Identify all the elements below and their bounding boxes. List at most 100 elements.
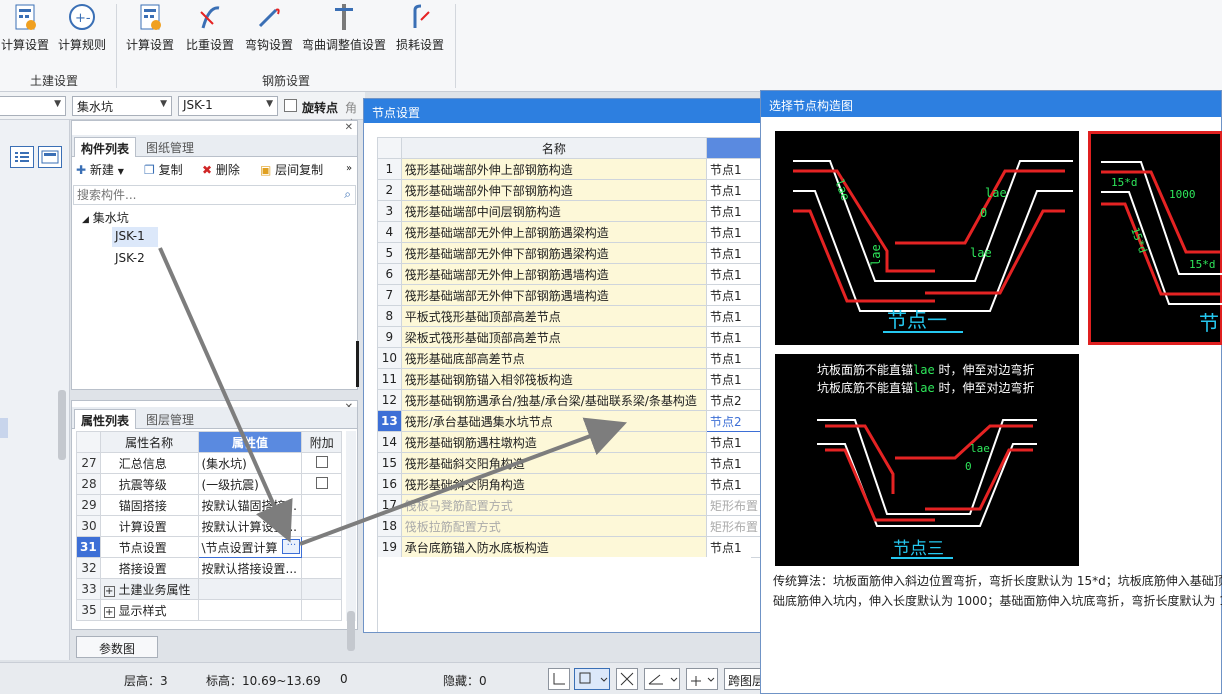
table-row[interactable]: 30 计算设置 按默认计算设置... xyxy=(76,515,342,537)
table-row[interactable]: 6 筏形基础端部无外伸上部钢筋遇墙构造 节点1 xyxy=(377,263,763,285)
ellipsis-button[interactable]: ··· xyxy=(282,539,301,554)
node-value[interactable]: 节点1 xyxy=(705,200,763,222)
table-row[interactable]: 3 筏形基础端部中间层钢筋构造 节点1 xyxy=(377,200,763,222)
table-row[interactable]: 7 筏形基础端部无外伸下部钢筋遇墙构造 节点1 xyxy=(377,284,763,306)
table-row[interactable]: 1 筏形基础端部外伸上部钢筋构造 节点1 xyxy=(377,158,763,180)
expand-plus-icon[interactable]: + xyxy=(103,606,115,618)
node-value[interactable]: 节点1 xyxy=(705,242,763,264)
node-value[interactable]: 节点1 xyxy=(705,179,763,201)
floor-select[interactable]: ▼ xyxy=(0,96,66,116)
property-value[interactable]: 按默认锚固搭接... xyxy=(197,494,303,516)
property-value[interactable]: 按默认搭接设置... xyxy=(197,557,303,579)
floor-copy-button[interactable]: ▣ 层间复制 xyxy=(260,161,323,181)
node-value[interactable]: 节点1 xyxy=(705,326,763,348)
property-scrollbar[interactable] xyxy=(346,431,356,651)
expand-plus-icon[interactable]: + xyxy=(103,585,115,597)
delete-button[interactable]: ✖ 删除 xyxy=(202,161,240,181)
table-row[interactable]: 17 筏板马凳筋配置方式 矩形布置 xyxy=(377,494,763,516)
rebar-loss-settings-button[interactable]: 损耗设置 xyxy=(392,2,448,60)
node-value[interactable]: 矩形布置 xyxy=(705,494,763,516)
node-value[interactable]: 节点1 xyxy=(705,305,763,327)
table-row[interactable]: 32 搭接设置 按默认搭接设置... xyxy=(76,557,342,579)
node-value[interactable]: 矩形布置 xyxy=(705,515,763,537)
table-row[interactable]: 10 筏形基础底部高差节点 节点1 xyxy=(377,347,763,369)
node-value[interactable]: 节点1 xyxy=(705,452,763,474)
node-one-panel[interactable]: lae lae lae lae 0 节点一 xyxy=(775,131,1079,345)
list-view-icon[interactable] xyxy=(10,146,34,168)
parameter-diagram-button[interactable]: 参数图 xyxy=(76,636,158,658)
node-value[interactable]: 节点1 xyxy=(705,221,763,243)
scrollbar-thumb[interactable] xyxy=(347,611,355,651)
table-row[interactable]: 16 筏形基础斜交阴角构造 节点1 xyxy=(377,473,763,495)
tab-property-list[interactable]: 属性列表 xyxy=(74,409,137,429)
rotate-point-checkbox[interactable] xyxy=(284,99,297,112)
cross-snap-icon[interactable] xyxy=(616,668,638,690)
node-value[interactable]: 节点2 xyxy=(705,389,763,411)
table-row[interactable]: 27 汇总信息 (集水坑) xyxy=(76,452,342,474)
table-row[interactable]: 14 筏形基础钢筋遇柱墩构造 节点1 xyxy=(377,431,763,453)
rebar-bend-adjust-button[interactable]: 弯曲调整值设置 xyxy=(300,2,388,60)
tab-layer-manager[interactable]: 图层管理 xyxy=(140,409,200,429)
rebar-hook-settings-button[interactable]: 弯钩设置 xyxy=(241,2,297,60)
table-row[interactable]: 35 + 显示样式 xyxy=(76,599,342,621)
node-value[interactable]: 节点2 xyxy=(705,410,763,432)
search-input[interactable] xyxy=(74,186,324,204)
rebar-calc-settings-button[interactable]: 计算设置 xyxy=(122,2,178,60)
tree-item-jsk-1[interactable]: JSK-1 xyxy=(112,227,158,247)
node-three-panel[interactable]: 坑板面筋不能直锚lae 时，伸至对边弯折 坑板底筋不能直锚lae 时，伸至对边弯… xyxy=(775,354,1079,566)
node-setting-value[interactable]: \节点设置计算 ··· xyxy=(197,536,303,558)
tree-item-jsk-2[interactable]: JSK-2 xyxy=(112,249,148,269)
more-icon[interactable]: » xyxy=(346,163,352,174)
node-value[interactable]: 节点1 xyxy=(705,431,763,453)
table-row[interactable]: 29 锚固搭接 按默认锚固搭接... xyxy=(76,494,342,516)
table-row[interactable]: 28 抗震等级 (一级抗震) xyxy=(76,473,342,495)
table-row[interactable]: 11 筏形基础钢筋锚入相邻筏板构造 节点1 xyxy=(377,368,763,390)
tree-root[interactable]: ◢ 集水坑 xyxy=(82,209,129,226)
civil-calc-settings-button[interactable]: 计算设置 xyxy=(0,2,50,60)
corner-snap-icon[interactable] xyxy=(548,668,570,690)
tab-component-list[interactable]: 构件列表 xyxy=(74,137,137,157)
table-row[interactable]: 9 梁板式筏形基础顶部高差节点 节点1 xyxy=(377,326,763,348)
node-value[interactable]: 节点1 xyxy=(705,368,763,390)
node-two-panel[interactable]: 15*d 1000 15*d 15*d 节 xyxy=(1088,131,1222,345)
node-value[interactable]: 节点1 xyxy=(705,263,763,285)
table-row-selected[interactable]: 31 节点设置 \节点设置计算 ··· xyxy=(76,536,342,558)
table-row-selected[interactable]: 13 筏形/承台基础遇集水坑节点 节点2 xyxy=(377,410,763,432)
property-value[interactable]: (集水坑) xyxy=(197,452,303,474)
table-row[interactable]: 19 承台底筋锚入防水底板构造 节点1 xyxy=(377,536,763,558)
component-search[interactable]: ⌕ xyxy=(73,185,356,205)
category-select[interactable]: 集水坑 ▼ xyxy=(72,96,172,116)
extra-checkbox[interactable] xyxy=(315,476,328,489)
table-row[interactable]: 33 + 土建业务属性 xyxy=(76,578,342,600)
extra-checkbox[interactable] xyxy=(315,455,328,468)
grid-view-icon[interactable] xyxy=(38,146,62,168)
angle-snap-dropdown[interactable] xyxy=(644,668,680,690)
table-row[interactable]: 15 筏形基础斜交阳角构造 节点1 xyxy=(377,452,763,474)
table-row[interactable]: 5 筏形基础端部无外伸下部钢筋遇梁构造 节点1 xyxy=(377,242,763,264)
new-button[interactable]: ✚ 新建 ▼ xyxy=(76,161,124,181)
tab-drawing-manager[interactable]: 图纸管理 xyxy=(140,137,200,157)
search-icon[interactable]: ⌕ xyxy=(344,187,351,202)
close-icon[interactable]: ✕ xyxy=(345,122,353,133)
property-value[interactable]: (一级抗震) xyxy=(197,473,303,495)
node-value[interactable]: 节点1 xyxy=(705,284,763,306)
node-value[interactable]: 节点1 xyxy=(705,473,763,495)
civil-calc-rules-button[interactable]: +- 计算规则 xyxy=(54,2,110,60)
table-row[interactable]: 8 平板式筏形基础顶部高差节点 节点1 xyxy=(377,305,763,327)
property-value[interactable]: 按默认计算设置... xyxy=(197,515,303,537)
nav-scrollbar[interactable] xyxy=(58,390,66,460)
node-value[interactable]: 节点1 xyxy=(705,347,763,369)
node-value[interactable]: 节点1 xyxy=(705,158,763,180)
table-row[interactable]: 4 筏形基础端部无外伸上部钢筋遇梁构造 节点1 xyxy=(377,221,763,243)
snap-mode-dropdown[interactable] xyxy=(574,668,610,690)
panel-splitter[interactable] xyxy=(356,341,359,387)
rebar-density-settings-button[interactable]: 比重设置 xyxy=(182,2,238,60)
offset-snap-dropdown[interactable] xyxy=(686,668,718,690)
component-select[interactable]: JSK-1 ▼ xyxy=(178,96,278,116)
table-row[interactable]: 18 筏板拉筋配置方式 矩形布置 xyxy=(377,515,763,537)
copy-button[interactable]: ❐ 复制 xyxy=(144,161,183,181)
node-value[interactable]: 节点1 xyxy=(705,536,763,558)
table-row[interactable]: 12 筏形基础钢筋遇承台/独基/承台梁/基础联系梁/条基构造 节点2 xyxy=(377,389,763,411)
table-row[interactable]: 2 筏形基础端部外伸下部钢筋构造 节点1 xyxy=(377,179,763,201)
button-label: 计算规则 xyxy=(57,38,106,52)
